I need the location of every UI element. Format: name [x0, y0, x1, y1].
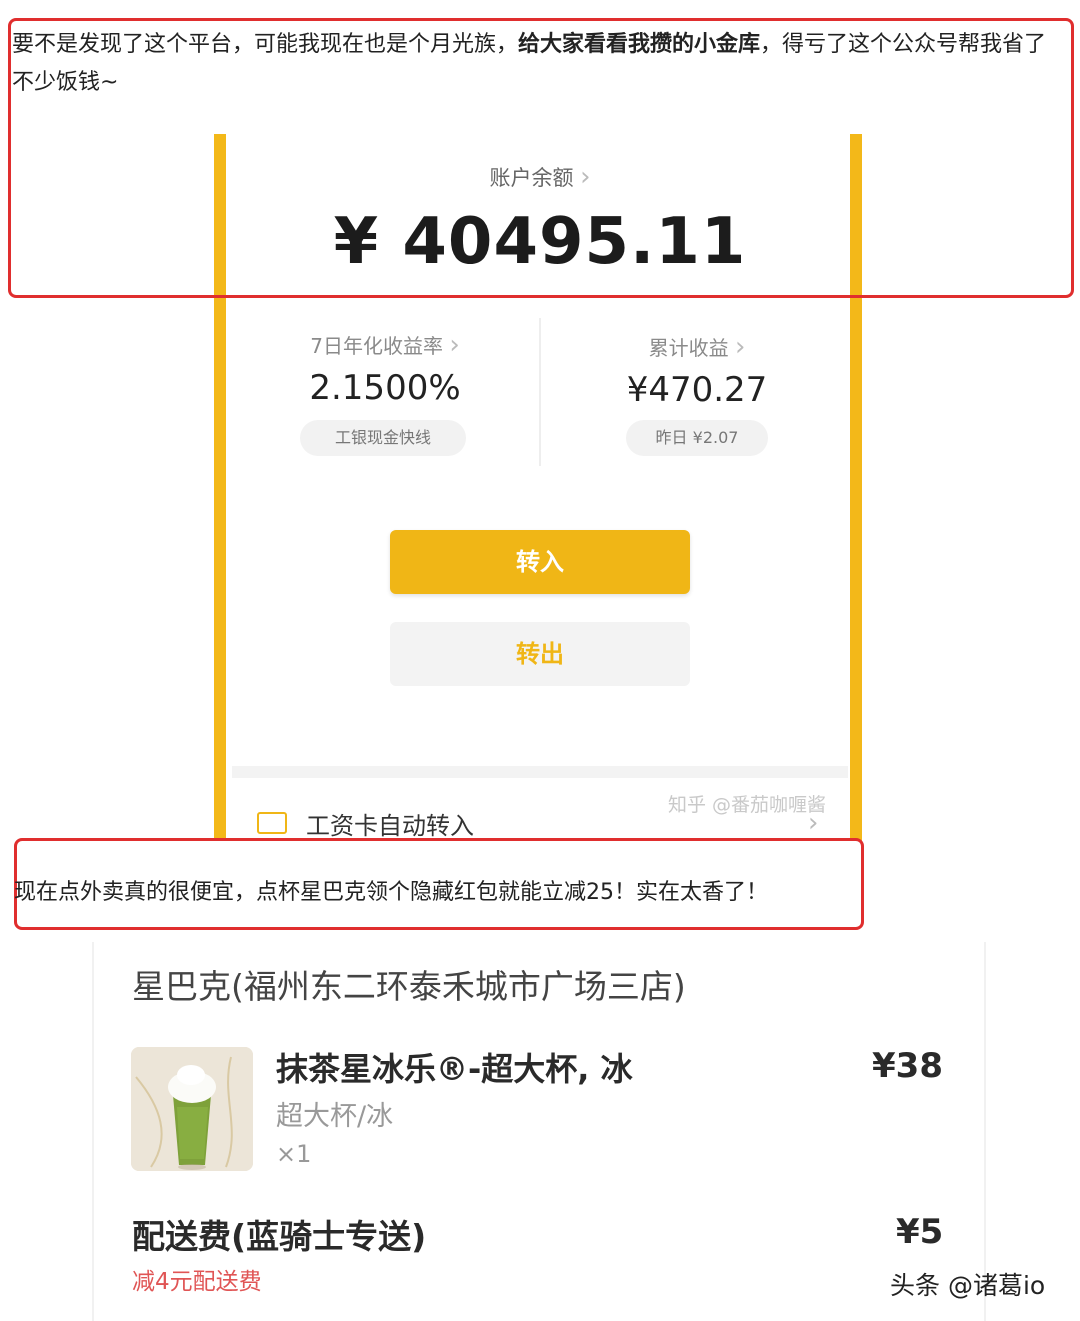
product-quantity: ×1	[276, 1140, 312, 1168]
middle-caption: 现在点外卖真的很便宜，点杯星巴克领个隐藏红包就能立减25！实在太香了！	[14, 880, 768, 905]
delivery-fee-label: 配送费(蓝骑士专送)	[132, 1217, 427, 1256]
chevron-right-icon: ›	[449, 330, 460, 360]
highlight-box-top	[8, 18, 1074, 298]
earnings-label[interactable]: 累计收益 ›	[572, 332, 822, 362]
yield-label[interactable]: 7日年化收益率 ›	[260, 330, 510, 360]
transfer-out-button[interactable]: 转出	[390, 622, 690, 686]
store-name[interactable]: 星巴克(福州东二环泰禾城市广场三店)	[132, 960, 686, 1008]
transfer-in-button[interactable]: 转入	[390, 530, 690, 594]
column-divider	[539, 318, 541, 466]
earnings-value: ¥470.27	[626, 370, 768, 410]
salary-auto-transfer-item[interactable]: 工资卡自动转入	[306, 806, 474, 841]
chevron-right-icon: ›	[808, 808, 819, 838]
chevron-right-icon: ›	[734, 332, 746, 362]
delivery-discount: 减4元配送费	[132, 1269, 262, 1295]
yesterday-earnings-pill: 昨日 ¥2.07	[626, 420, 768, 456]
product-thumbnail	[131, 1047, 253, 1171]
matcha-drink-icon	[131, 1047, 253, 1171]
zhihu-watermark: 知乎 @番茄咖喱酱	[668, 794, 827, 816]
yield-value: 2.1500%	[309, 368, 461, 408]
product-name: 抹茶星冰乐®-超大杯, 冰	[276, 1050, 633, 1088]
product-price: ¥38	[872, 1046, 943, 1086]
brand-watermark: 头条 @诸葛io	[890, 1271, 1046, 1300]
yield-product-pill[interactable]: 工银现金快线	[300, 420, 466, 456]
card-icon	[257, 812, 287, 834]
product-spec: 超大杯/冰	[276, 1101, 394, 1132]
delivery-fee-price: ¥5	[896, 1212, 944, 1252]
section-separator	[232, 766, 848, 778]
